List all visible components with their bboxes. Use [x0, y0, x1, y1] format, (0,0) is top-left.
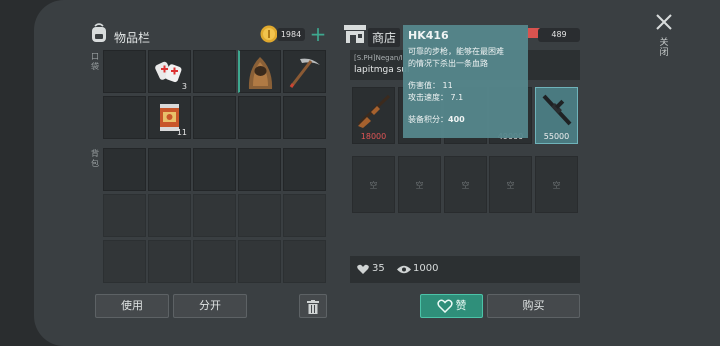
view-count: 1000 — [413, 263, 439, 274]
pockets-label: 口袋 — [91, 52, 99, 71]
backpack-slot-locked — [238, 240, 281, 283]
ticket-balance: 489 — [538, 28, 580, 42]
backpack-slot-locked — [238, 194, 281, 237]
backpack-slot-locked — [103, 194, 146, 237]
shop-slot-shotgun[interactable]: 18000 — [352, 87, 395, 144]
pocket-slot[interactable] — [193, 96, 236, 139]
pocket-slot-hood[interactable] — [238, 50, 281, 93]
coin-icon — [260, 25, 278, 43]
add-coins-button[interactable]: + — [309, 24, 327, 44]
heart-outline-icon — [436, 299, 453, 314]
pocket-slot[interactable] — [103, 96, 146, 139]
use-button[interactable]: 使用 — [95, 294, 169, 318]
empty-slot: 空 — [398, 156, 441, 213]
heart-icon — [357, 264, 369, 274]
pocket-slot-canned-food[interactable]: 11 — [148, 96, 191, 139]
shop-stats-bar: 35 1000 — [350, 256, 580, 283]
backpack-slot[interactable] — [238, 148, 281, 191]
split-button[interactable]: 分开 — [173, 294, 247, 318]
backpack-slot[interactable] — [283, 148, 326, 191]
pickaxe-icon — [289, 58, 320, 88]
pocket-slot[interactable] — [103, 50, 146, 93]
gear-score-value: 400 — [448, 115, 465, 124]
item-quantity: 3 — [181, 82, 187, 91]
close-icon — [656, 14, 672, 30]
tooltip-description-line2: 的情况下杀出一条血路 — [408, 59, 488, 68]
tooltip-item-name: HK416 — [408, 29, 449, 42]
close-button[interactable]: 关闭 — [653, 14, 675, 68]
tooltip-gear-score: 装备积分：400 — [408, 115, 465, 124]
backpack-slot-locked — [193, 194, 236, 237]
like-count: 35 — [372, 263, 385, 274]
buy-button[interactable]: 购买 — [487, 294, 580, 318]
close-label: 关闭 — [659, 38, 669, 58]
trash-button[interactable] — [299, 294, 327, 318]
backpack-slot-locked — [283, 240, 326, 283]
like-button[interactable]: 赞 — [420, 294, 483, 318]
backpack-icon — [89, 22, 109, 44]
shop-tab[interactable]: 商店 — [368, 28, 401, 47]
backpack-slot-locked — [283, 194, 326, 237]
coin-amount: 1984 — [280, 30, 302, 39]
shotgun-icon — [357, 94, 391, 128]
empty-slot: 空 — [352, 156, 395, 213]
shop-price: 55000 — [543, 132, 570, 141]
damage-value: 11 — [442, 81, 453, 90]
ghillie-hood-icon — [248, 57, 273, 89]
backpack-slot[interactable] — [148, 148, 191, 191]
empty-slot: 空 — [444, 156, 487, 213]
tooltip-attack-speed: 攻击速度： 7.1 — [408, 93, 464, 102]
like-label: 赞 — [455, 299, 467, 312]
backpack-slot-locked — [148, 240, 191, 283]
shop-price: 18000 — [360, 132, 387, 141]
backpack-slot-locked — [148, 194, 191, 237]
trash-icon — [307, 300, 319, 314]
empty-slot: 空 — [489, 156, 532, 213]
coin-balance: 1984 — [277, 28, 305, 41]
pocket-slot-pickaxe[interactable] — [283, 50, 326, 93]
shop-icon — [343, 24, 367, 44]
seller-name: [S.PH]Negan/I — [354, 54, 403, 62]
pocket-slot[interactable] — [193, 50, 236, 93]
attack-speed-value: 7.1 — [450, 93, 464, 102]
ticket-amount: 489 — [551, 30, 567, 39]
pocket-slot-medkit[interactable]: 3 — [148, 50, 191, 93]
pocket-slot[interactable] — [238, 96, 281, 139]
shop-description: lapitmga sul — [354, 65, 410, 75]
backpack-slot-locked — [193, 240, 236, 283]
pocket-slot[interactable] — [283, 96, 326, 139]
backpack-slot[interactable] — [103, 148, 146, 191]
shop-tab-label: 商店 — [372, 31, 397, 45]
empty-slot: 空 — [535, 156, 578, 213]
backpack-slot-locked — [103, 240, 146, 283]
item-tooltip: HK416 可靠的步枪，能够在最困难 的情况下杀出一条血路 伤害值： 11 攻击… — [403, 25, 528, 138]
eye-icon — [397, 265, 411, 274]
tooltip-damage: 伤害值： 11 — [408, 81, 453, 90]
shop-slot-rifle-selected[interactable]: 55000 — [535, 87, 578, 144]
inventory-title: 物品栏 — [114, 31, 151, 45]
backpack-slot[interactable] — [193, 148, 236, 191]
tooltip-description-line1: 可靠的步枪，能够在最困难 — [408, 47, 504, 56]
backpack-label: 背包 — [91, 149, 99, 168]
item-quantity: 11 — [176, 128, 187, 137]
assault-rifle-icon — [542, 94, 572, 126]
